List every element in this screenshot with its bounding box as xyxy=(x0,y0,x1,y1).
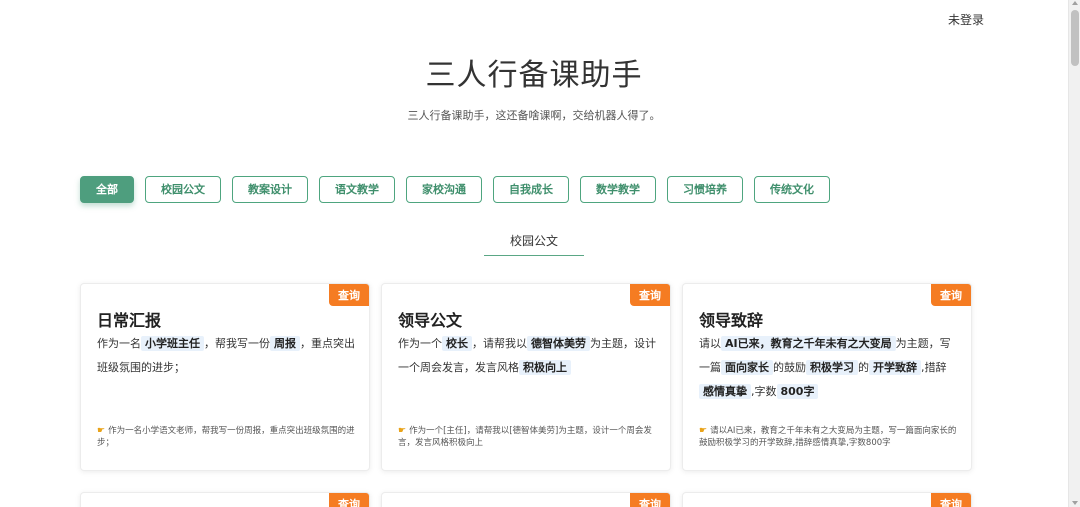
scroll-thumb[interactable] xyxy=(1071,10,1079,66)
highlighted-keyword: AI已来，教育之千年未有之大变局 xyxy=(721,336,896,351)
category-filter-bar: 全部 校园公文 教案设计 语文教学 家校沟通 自我成长 数学教学 习惯培养 传统… xyxy=(80,176,830,203)
body-text: 作为一名 xyxy=(97,337,141,350)
card-body: 请以 AI已来，教育之千年未有之大变局 为主题，写一篇 面向家长 的鼓励 积极学习的开学致… xyxy=(699,332,957,404)
body-text: ，帮我写一份 xyxy=(204,337,270,350)
filter-chip-chinese[interactable]: 语文教学 xyxy=(319,176,395,203)
highlighted-keyword: 积极向上 xyxy=(519,360,571,375)
scroll-up-icon[interactable] xyxy=(1072,1,1078,5)
highlighted-keyword: 小学班主任 xyxy=(141,336,204,351)
prompt-card-leader-speech[interactable]: 查询 领导致辞 请以 AI已来，教育之千年未有之大变局 为主题，写一篇 面向家长 的鼓励… xyxy=(682,283,972,471)
card-title: 日常汇报 xyxy=(97,311,162,330)
section-title: 校园公文 xyxy=(509,234,558,248)
query-tag[interactable]: 查询 xyxy=(931,284,971,306)
query-tag[interactable]: 查询 xyxy=(931,493,971,507)
body-text: ，请帮我以 xyxy=(472,337,527,350)
query-tag[interactable]: 查询 xyxy=(630,284,670,306)
card-body: 作为一个 校长 ，请帮我以 德智体美劳 为主题，设计一个周会发言，发言风格 积极向上 xyxy=(398,332,656,380)
highlighted-keyword: 开学致辞 xyxy=(869,360,921,375)
query-tag[interactable]: 查询 xyxy=(329,284,369,306)
page-subtitle: 三人行备课助手，这还备啥课啊，交给机器人得了。 xyxy=(407,109,661,122)
body-text: 的 xyxy=(858,361,869,374)
body-text: 作为一个 xyxy=(398,337,442,350)
page-title: 三人行备课助手 xyxy=(425,58,643,93)
highlighted-keyword: 校长 xyxy=(442,336,472,351)
filter-chip-lesson-design[interactable]: 教案设计 xyxy=(232,176,308,203)
section-underline xyxy=(484,255,584,256)
highlighted-keyword: 面向家长 xyxy=(721,360,773,375)
query-tag[interactable]: 查询 xyxy=(630,493,670,507)
card-body: 作为一名 小学班主任 ，帮我写一份 周报 ，重点突出班级氛围的进步； xyxy=(97,332,355,380)
prompt-card[interactable]: 查询 xyxy=(80,492,370,507)
filter-chip-tradition[interactable]: 传统文化 xyxy=(754,176,830,203)
highlighted-keyword: 800字 xyxy=(776,384,819,399)
body-text: ,字数 xyxy=(751,385,777,398)
filter-chip-campus-docs[interactable]: 校园公文 xyxy=(145,176,221,203)
pointing-hand-icon: ☛ xyxy=(699,426,708,436)
highlighted-keyword: 感情真挚 xyxy=(699,384,751,399)
card-example: ☛ 作为一个[主任]，请帮我以[德智体美劳]为主题，设计一个周会发言，发言风格积极… xyxy=(398,426,652,448)
highlighted-keyword: 周报 xyxy=(270,336,300,351)
prompt-card-leader-docs[interactable]: 查询 领导公文 作为一个 校长 ，请帮我以 德智体美劳 为主题，设计一个周会发言，发言风… xyxy=(381,283,671,471)
filter-chip-all[interactable]: 全部 xyxy=(80,176,134,203)
body-text: 请以 xyxy=(699,337,721,350)
query-tag[interactable]: 查询 xyxy=(329,493,369,507)
filter-chip-habits[interactable]: 习惯培养 xyxy=(667,176,743,203)
pointing-hand-icon: ☛ xyxy=(97,426,106,436)
filter-chip-math[interactable]: 数学教学 xyxy=(580,176,656,203)
pointing-hand-icon: ☛ xyxy=(398,426,407,436)
prompt-card[interactable]: 查询 xyxy=(682,492,972,507)
body-text: ,措辞 xyxy=(921,361,947,374)
body-text: 的鼓励 xyxy=(773,361,806,374)
highlighted-keyword: 德智体美劳 xyxy=(527,336,590,351)
filter-chip-self-growth[interactable]: 自我成长 xyxy=(493,176,569,203)
card-title: 领导公文 xyxy=(398,311,463,330)
page-scrollbar[interactable] xyxy=(1068,0,1080,507)
card-title: 领导致辞 xyxy=(699,311,764,330)
highlighted-keyword: 积极学习 xyxy=(806,360,858,375)
prompt-card[interactable]: 查询 xyxy=(381,492,671,507)
card-example: ☛ 请以AI已来，教育之千年未有之大变局为主题，写一篇面向家长的鼓励积极学习的开学… xyxy=(699,426,957,448)
login-status-link[interactable]: 未登录 xyxy=(948,11,984,28)
filter-chip-home-school[interactable]: 家校沟通 xyxy=(406,176,482,203)
scroll-down-icon[interactable] xyxy=(1072,501,1078,505)
card-example: ☛ 作为一名小学语文老师，帮我写一份周报，重点突出班级氛围的进步； xyxy=(97,426,355,448)
prompt-card-daily-report[interactable]: 查询 日常汇报 作为一名 小学班主任 ，帮我写一份 周报 ，重点突出班级氛围的进步； ☛… xyxy=(80,283,370,471)
